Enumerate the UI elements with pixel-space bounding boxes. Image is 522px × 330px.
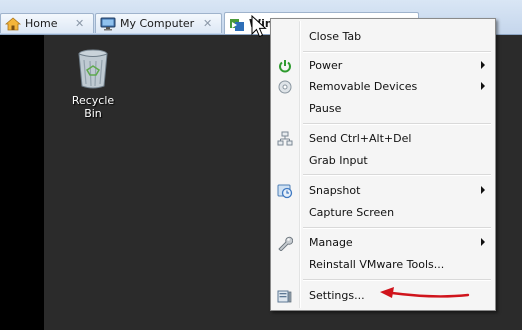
recycle-bin-label: Recycle Bin: [71, 94, 115, 120]
menu-separator: [303, 174, 491, 176]
menu-item-label: Settings...: [309, 289, 365, 302]
tab-my-computer[interactable]: My Computer ✕: [95, 13, 222, 33]
snapshot-icon: [277, 183, 293, 199]
menu-item-close-tab[interactable]: Close Tab: [273, 27, 493, 47]
menu-item-label: Reinstall VMware Tools...: [309, 258, 445, 271]
tab-home[interactable]: Home ✕: [0, 13, 94, 33]
vm-icon: [229, 16, 245, 32]
my-computer-icon: [100, 16, 116, 32]
menu-item-snapshot[interactable]: Snapshot: [273, 181, 493, 201]
menu-separator: [303, 51, 491, 53]
close-icon[interactable]: ✕: [203, 17, 212, 30]
menu-item-label: Pause: [309, 102, 342, 115]
menu-item-power[interactable]: Power: [273, 56, 493, 76]
disc-icon: [277, 79, 293, 95]
menu-item-capture-screen[interactable]: Capture Screen: [273, 203, 493, 223]
screen-border: [0, 35, 44, 330]
menu-separator: [303, 123, 491, 125]
menu-item-send-ctrl-alt-del[interactable]: Send Ctrl+Alt+Del: [273, 129, 493, 149]
network-icon: [277, 131, 293, 147]
context-menu: Close Tab Power Removable Devices Pause …: [270, 18, 496, 311]
menu-item-reinstall-vmware-tools[interactable]: Reinstall VMware Tools...: [273, 255, 493, 275]
submenu-arrow-icon: [481, 82, 485, 90]
menu-item-grab-input[interactable]: Grab Input: [273, 151, 493, 171]
menu-item-label: Manage: [309, 236, 353, 249]
mouse-cursor-icon: [251, 15, 267, 38]
menu-item-label: Power: [309, 59, 343, 72]
power-icon: [277, 58, 293, 74]
tab-home-label: Home: [25, 17, 58, 30]
menu-separator: [303, 279, 491, 281]
submenu-arrow-icon: [481, 61, 485, 69]
menu-item-label: Send Ctrl+Alt+Del: [309, 132, 412, 145]
menu-item-label: Grab Input: [309, 154, 368, 167]
menu-item-pause[interactable]: Pause: [273, 99, 493, 119]
recycle-bin-icon: [78, 49, 108, 89]
annotation-arrow-icon: [380, 287, 470, 298]
submenu-arrow-icon: [481, 186, 485, 194]
menu-item-manage[interactable]: Manage: [273, 233, 493, 253]
menu-item-label: Removable Devices: [309, 80, 418, 93]
menu-separator: [303, 227, 491, 229]
menu-item-label: Close Tab: [309, 30, 362, 43]
menu-item-removable-devices[interactable]: Removable Devices: [273, 77, 493, 97]
recycle-bin[interactable]: Recycle Bin: [63, 48, 123, 120]
tab-my-computer-label: My Computer: [120, 17, 195, 30]
close-icon[interactable]: ✕: [75, 17, 84, 30]
settings-icon: [277, 288, 293, 304]
submenu-arrow-icon: [481, 238, 485, 246]
wrench-icon: [277, 235, 293, 251]
menu-item-label: Snapshot: [309, 184, 361, 197]
home-icon: [4, 16, 22, 32]
menu-item-label: Capture Screen: [309, 206, 395, 219]
